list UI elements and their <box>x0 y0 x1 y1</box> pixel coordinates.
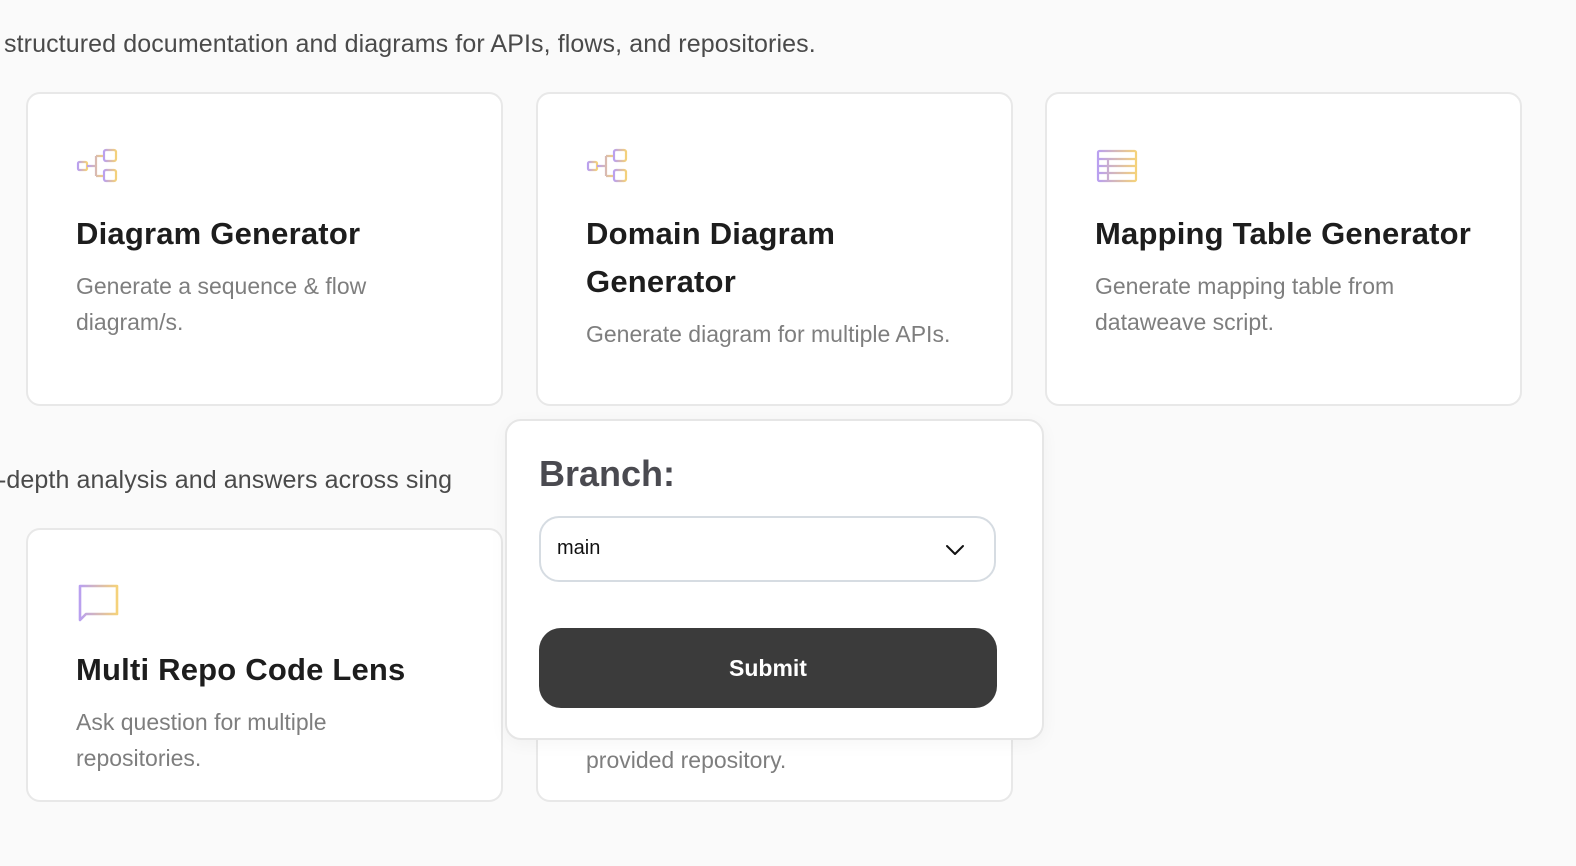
card-description: Generate mapping table from dataweave sc… <box>1095 273 1395 335</box>
submit-button[interactable]: Submit <box>539 628 997 708</box>
branch-select-dialog: Branch: main Submit <box>505 419 1044 740</box>
card-diagram-generator[interactable]: Diagram Generator Generate a sequence & … <box>26 92 503 406</box>
card-title: Mapping Table Generator <box>1095 216 1472 251</box>
card-description: Generate a sequence & flow diagram/s. <box>76 273 367 335</box>
chat-bubble-icon <box>78 584 119 622</box>
branch-label: Branch: <box>539 453 676 494</box>
flow-diagram-icon <box>586 148 628 183</box>
card-domain-diagram-generator[interactable]: Domain Diagram Generator Generate diagra… <box>536 92 1013 406</box>
documentation-section-description: structured documentation and diagrams fo… <box>4 30 816 58</box>
branch-select-value: main <box>557 537 601 559</box>
card-title: Diagram Generator <box>76 216 361 251</box>
flow-diagram-icon <box>76 148 118 183</box>
card-description: provided repository. <box>586 747 787 773</box>
analysis-section-description: -depth analysis and answers across sing <box>0 466 453 494</box>
card-description: Generate diagram for multiple APIs. <box>586 321 951 347</box>
chevron-down-icon <box>946 545 964 555</box>
card-title: Domain Diagram Generator <box>586 216 836 299</box>
card-mapping-table-generator[interactable]: Mapping Table Generator Generate mapping… <box>1045 92 1522 406</box>
branch-select[interactable]: main <box>539 516 996 582</box>
table-icon <box>1096 149 1138 183</box>
card-description: Ask question for multiple repositories. <box>76 709 327 771</box>
card-title: Multi Repo Code Lens <box>76 652 406 687</box>
card-multi-repo-code-lens[interactable]: Multi Repo Code Lens Ask question for mu… <box>26 528 503 802</box>
